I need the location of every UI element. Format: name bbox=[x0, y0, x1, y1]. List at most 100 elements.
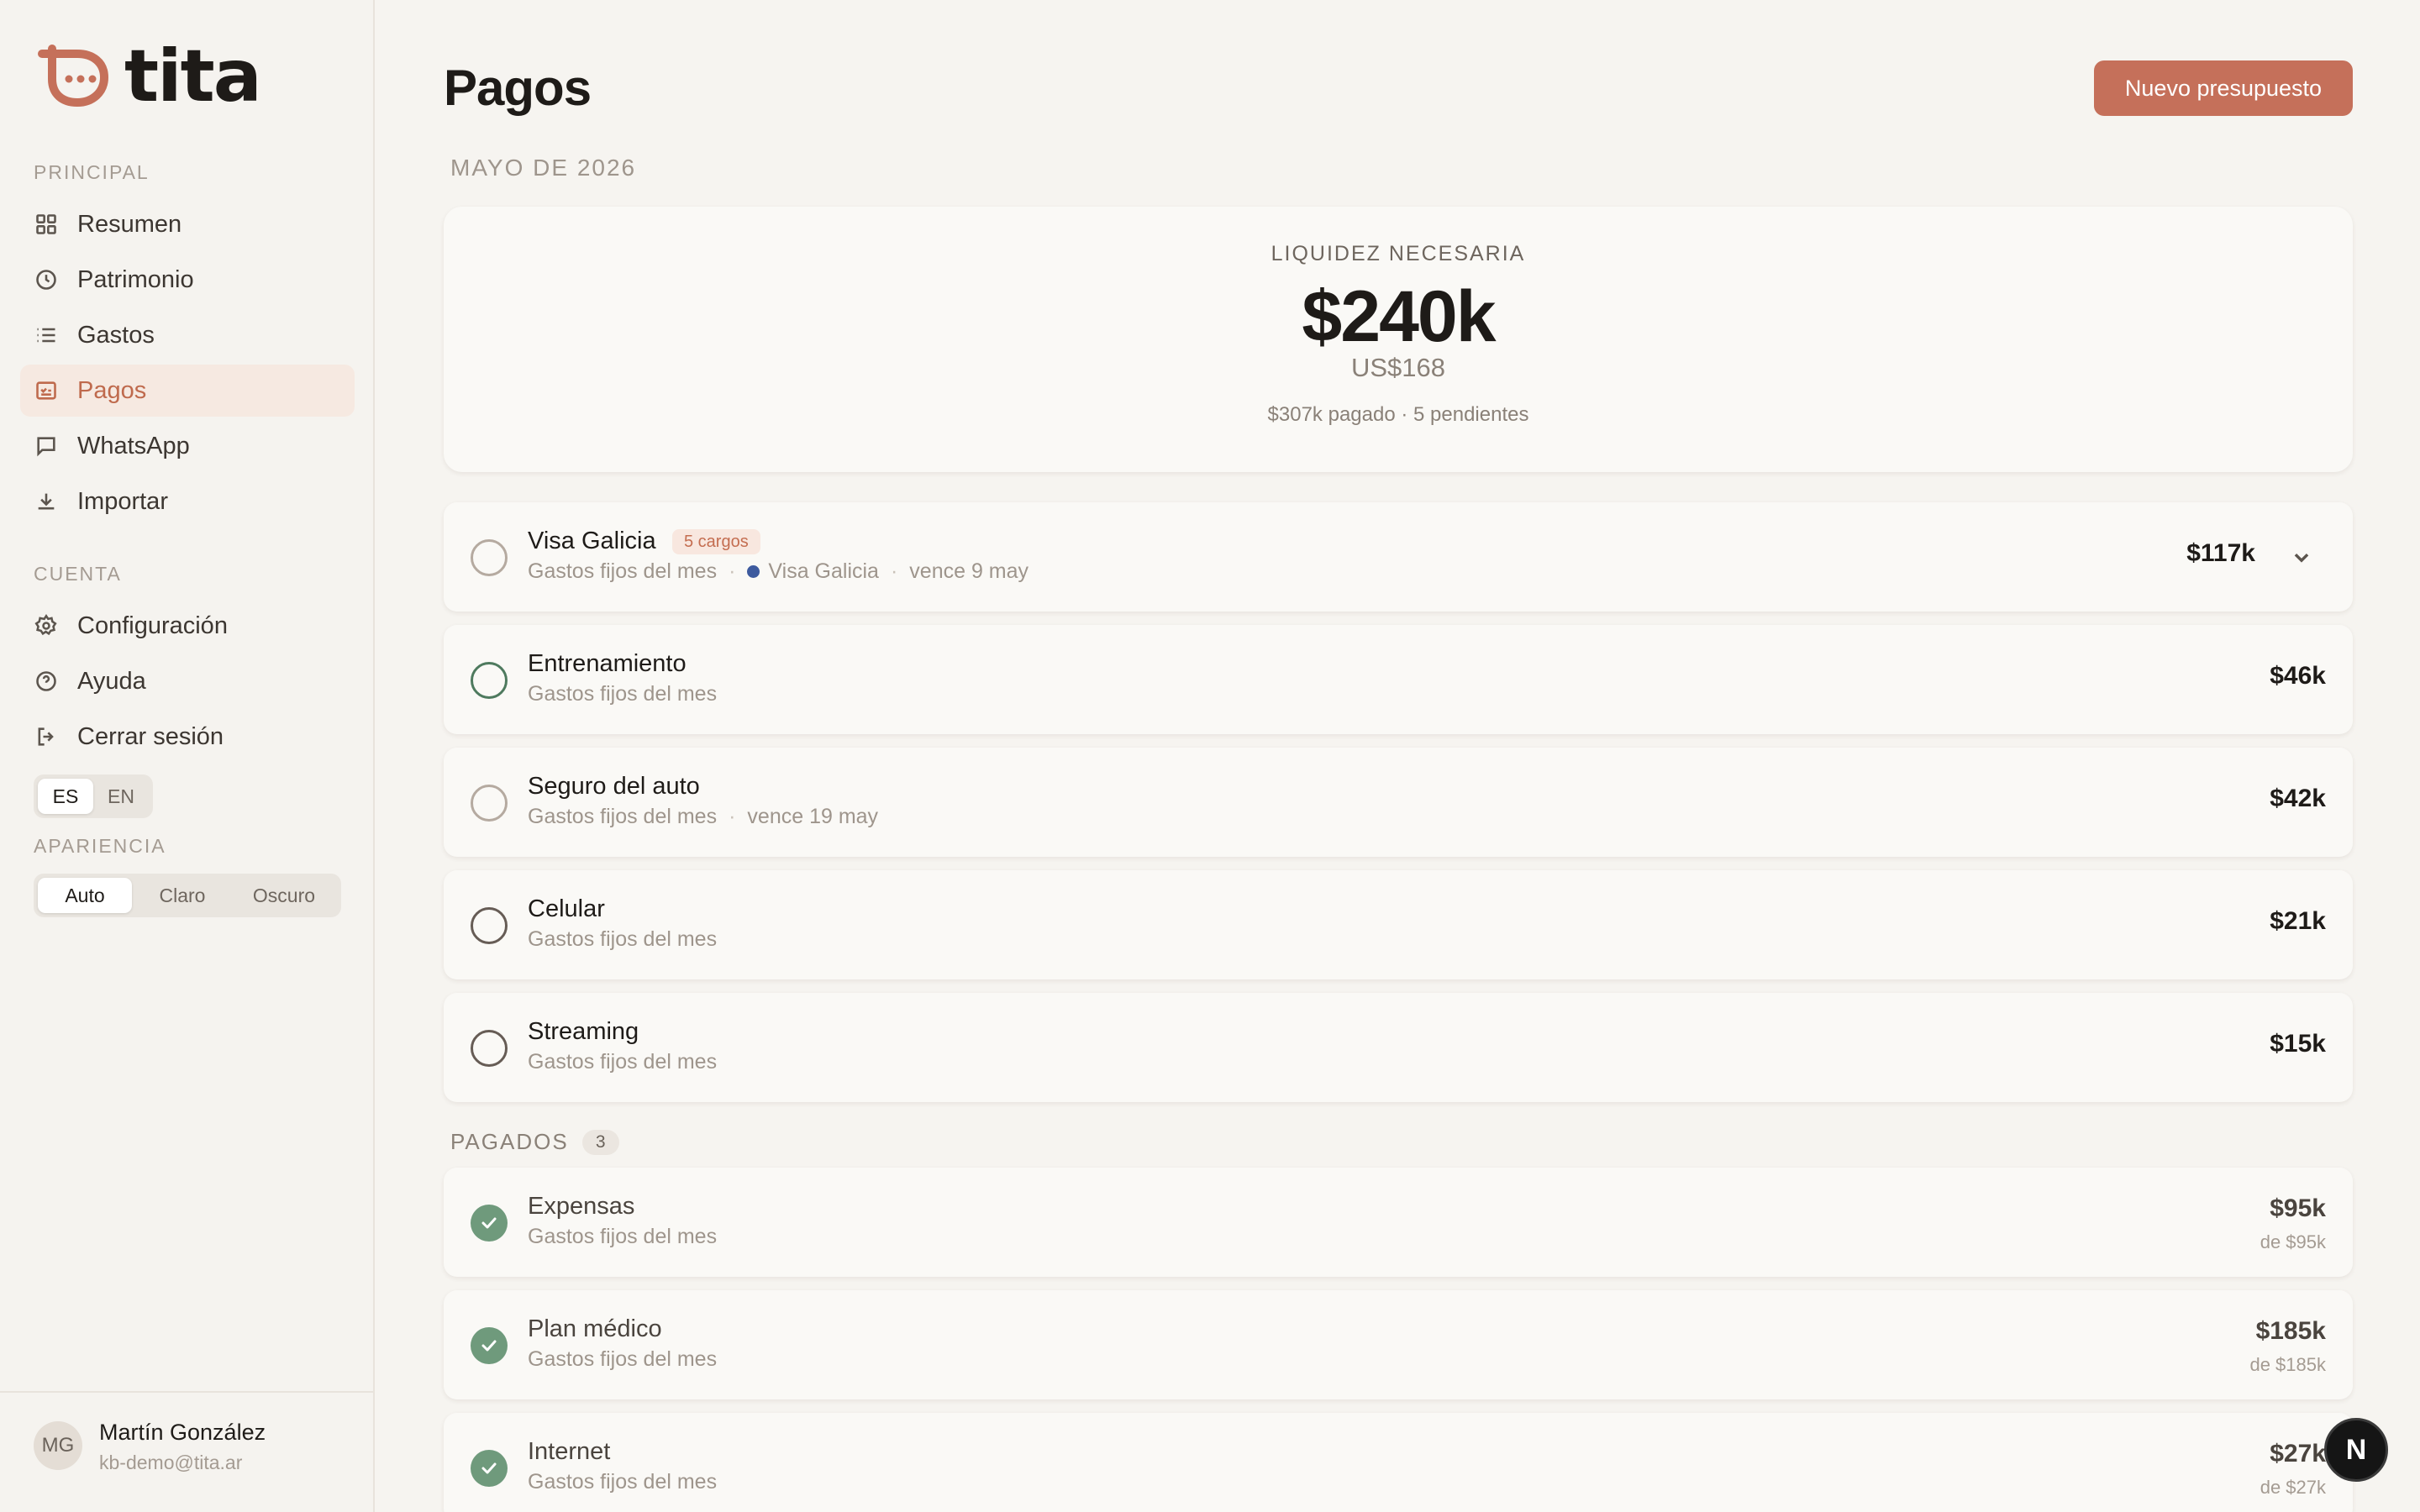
payment-row-seguro-del-auto[interactable]: Seguro del auto Gastos fijos del mes · v… bbox=[444, 748, 2353, 857]
payment-total: de $95k bbox=[2260, 1231, 2326, 1252]
sidebar-item-resumen[interactable]: Resumen bbox=[20, 198, 355, 250]
payment-meta: Gastos fijos del mes bbox=[528, 1225, 717, 1249]
payment-amount: $15k bbox=[2270, 1030, 2326, 1058]
payment-category: Gastos fijos del mes bbox=[528, 927, 718, 951]
help-icon bbox=[34, 669, 59, 694]
payment-title: Streaming bbox=[528, 1018, 639, 1045]
payment-total: de $27k bbox=[2260, 1477, 2326, 1498]
sidebar-item-label: Configuración bbox=[77, 612, 228, 639]
sidebar-item-label: Ayuda bbox=[77, 667, 146, 695]
payment-meta: Gastos fijos del mes bbox=[528, 927, 717, 952]
sidebar-item-gastos[interactable]: Gastos bbox=[20, 309, 355, 361]
payment-due: vence 9 may bbox=[909, 559, 1029, 583]
check-icon bbox=[481, 1340, 497, 1352]
language-option-en[interactable]: EN bbox=[93, 779, 149, 814]
payment-title: Entrenamiento bbox=[528, 650, 687, 677]
payment-checkbox[interactable] bbox=[471, 539, 508, 576]
chevron-down-icon[interactable] bbox=[2287, 543, 2316, 571]
payment-meta: Gastos fijos del mes · Visa Galicia · ve… bbox=[528, 559, 1028, 584]
separator-dot: · bbox=[890, 559, 898, 583]
payment-meta: Gastos fijos del mes bbox=[528, 1470, 717, 1494]
sidebar-item-pagos[interactable]: Pagos bbox=[20, 365, 355, 417]
avatar: MG bbox=[34, 1421, 82, 1470]
payment-checkbox-checked[interactable] bbox=[471, 1327, 508, 1364]
sidebar-item-patrimonio[interactable]: Patrimonio bbox=[20, 254, 355, 306]
sidebar-item-label: Patrimonio bbox=[77, 265, 194, 293]
check-icon bbox=[481, 1462, 497, 1474]
sidebar-item-label: Gastos bbox=[77, 321, 155, 349]
check-icon bbox=[481, 1217, 497, 1229]
payment-category: Gastos fijos del mes bbox=[528, 1225, 718, 1248]
sidebar-item-importar[interactable]: Importar bbox=[20, 475, 355, 528]
payment-title: Plan médico bbox=[528, 1315, 662, 1342]
sidebar-item-ayuda[interactable]: Ayuda bbox=[20, 655, 355, 707]
summary-status: $307k pagado · 5 pendientes bbox=[1267, 403, 1529, 426]
appearance-option-oscuro[interactable]: Oscuro bbox=[233, 878, 335, 913]
payment-row-celular[interactable]: Celular Gastos fijos del mes $21k bbox=[444, 870, 2353, 979]
payment-total: de $185k bbox=[2249, 1354, 2326, 1375]
sidebar-item-label: Resumen bbox=[77, 210, 182, 238]
appearance-label: APARIENCIA bbox=[34, 835, 166, 857]
sidebar-item-label: Importar bbox=[77, 487, 168, 515]
payment-meta: Gastos fijos del mes bbox=[528, 1050, 717, 1074]
payment-checkbox[interactable] bbox=[471, 785, 508, 822]
user-name: Martín González bbox=[99, 1420, 266, 1445]
payment-title: Seguro del auto bbox=[528, 773, 700, 800]
summary-amount: $240k bbox=[1302, 276, 1496, 357]
payment-amount: $21k bbox=[2270, 907, 2326, 935]
payment-row-visa-galicia[interactable]: Visa Galicia 5 cargos Gastos fijos del m… bbox=[444, 502, 2353, 612]
period-label: MAYO DE 2026 bbox=[450, 155, 637, 181]
payment-category: Gastos fijos del mes bbox=[528, 559, 718, 583]
sidebar-item-cerrar-sesion[interactable]: Cerrar sesión bbox=[20, 711, 355, 763]
payment-row-expensas[interactable]: Expensas Gastos fijos del mes $95k de $9… bbox=[444, 1168, 2353, 1277]
payment-category: Gastos fijos del mes bbox=[528, 1470, 718, 1494]
payment-checkbox[interactable] bbox=[471, 1030, 508, 1067]
tita-logo-icon bbox=[38, 45, 109, 108]
sidebar-item-configuracion[interactable]: Configuración bbox=[20, 600, 355, 652]
new-budget-button[interactable]: Nuevo presupuesto bbox=[2094, 60, 2353, 116]
sidebar-item-whatsapp[interactable]: WhatsApp bbox=[20, 420, 355, 472]
paid-section-label: PAGADOS bbox=[450, 1129, 569, 1154]
payment-row-plan-medico[interactable]: Plan médico Gastos fijos del mes $185k d… bbox=[444, 1290, 2353, 1399]
user-email: kb-demo@tita.ar bbox=[99, 1452, 243, 1473]
sidebar-item-label: Cerrar sesión bbox=[77, 722, 224, 750]
payment-category: Gastos fijos del mes bbox=[528, 682, 718, 706]
payment-title: Internet bbox=[528, 1438, 611, 1465]
payment-meta: Gastos fijos del mes bbox=[528, 1347, 717, 1372]
sidebar: tita PRINCIPAL Resumen Patrimonio Gastos… bbox=[0, 0, 375, 1512]
payment-row-streaming[interactable]: Streaming Gastos fijos del mes $15k bbox=[444, 993, 2353, 1102]
clock-icon bbox=[34, 267, 59, 292]
gear-icon bbox=[34, 613, 59, 638]
payment-amount: $117k bbox=[2186, 539, 2255, 567]
user-profile[interactable]: MG Martín González kb-demo@tita.ar bbox=[0, 1391, 373, 1512]
payment-category: Gastos fijos del mes bbox=[528, 1347, 718, 1371]
download-icon bbox=[34, 489, 59, 514]
payment-amount: $42k bbox=[2270, 785, 2326, 812]
floating-action-button[interactable]: N bbox=[2324, 1418, 2388, 1482]
appearance-option-auto[interactable]: Auto bbox=[38, 878, 132, 913]
appearance-option-claro[interactable]: Claro bbox=[132, 878, 233, 913]
app-root: tita PRINCIPAL Resumen Patrimonio Gastos… bbox=[0, 0, 2420, 1512]
payment-amount: $46k bbox=[2270, 662, 2326, 690]
payment-checkbox-checked[interactable] bbox=[471, 1450, 508, 1487]
grid-icon bbox=[34, 212, 59, 237]
liquidity-summary-card: LIQUIDEZ NECESARIA $240k US$168 $307k pa… bbox=[444, 207, 2353, 472]
chat-icon bbox=[34, 433, 59, 459]
payment-category: Gastos fijos del mes bbox=[528, 1050, 718, 1074]
payment-meta: Gastos fijos del mes bbox=[528, 682, 717, 706]
payment-checkbox[interactable] bbox=[471, 907, 508, 944]
payment-checkbox-checked[interactable] bbox=[471, 1205, 508, 1242]
payment-checkbox[interactable] bbox=[471, 662, 508, 699]
payment-category: Gastos fijos del mes bbox=[528, 805, 718, 828]
logout-icon bbox=[34, 724, 59, 749]
payment-row-internet[interactable]: Internet Gastos fijos del mes $27k de $2… bbox=[444, 1413, 2353, 1512]
list-icon bbox=[34, 323, 59, 348]
sidebar-item-label: WhatsApp bbox=[77, 432, 190, 459]
appearance-switcher: Auto Claro Oscuro bbox=[34, 874, 341, 917]
sidebar-item-label: Pagos bbox=[77, 376, 147, 404]
summary-label: LIQUIDEZ NECESARIA bbox=[1270, 242, 1526, 265]
language-option-es[interactable]: ES bbox=[38, 779, 93, 814]
logo[interactable]: tita bbox=[35, 40, 262, 113]
payment-row-entrenamiento[interactable]: Entrenamiento Gastos fijos del mes $46k bbox=[444, 625, 2353, 734]
payment-title: Celular bbox=[528, 895, 605, 922]
